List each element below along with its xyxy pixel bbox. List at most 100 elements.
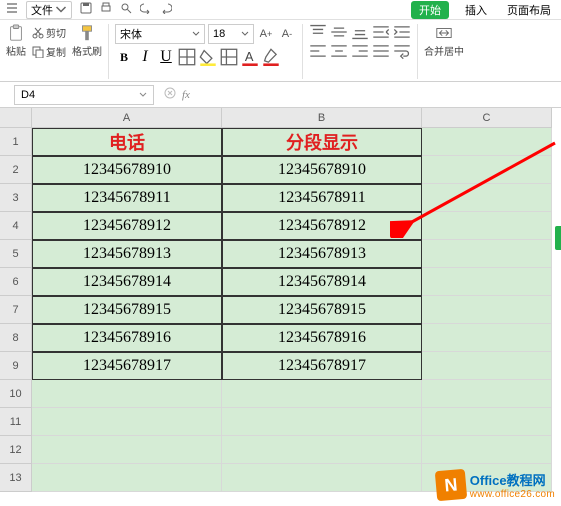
row-header[interactable]: 8: [0, 324, 32, 352]
row-header[interactable]: 9: [0, 352, 32, 380]
cell[interactable]: 12345678912: [32, 212, 222, 240]
align-right-icon[interactable]: [351, 43, 369, 59]
cell[interactable]: [222, 436, 422, 464]
underline-button[interactable]: U: [157, 48, 175, 66]
fx-cancel-icon[interactable]: [164, 87, 176, 102]
fill-color-button[interactable]: [199, 48, 217, 66]
row-header[interactable]: 12: [0, 436, 32, 464]
cell[interactable]: [32, 380, 222, 408]
cell[interactable]: [422, 184, 552, 212]
col-header-c[interactable]: C: [422, 108, 552, 128]
cell[interactable]: 12345678917: [222, 352, 422, 380]
align-top-icon[interactable]: [309, 24, 327, 40]
cell[interactable]: [222, 464, 422, 492]
bold-button[interactable]: B: [115, 48, 133, 66]
cell[interactable]: 12345678915: [222, 296, 422, 324]
cell[interactable]: 12345678912: [222, 212, 422, 240]
cell[interactable]: [222, 408, 422, 436]
row-header[interactable]: 3: [0, 184, 32, 212]
cell[interactable]: 12345678913: [222, 240, 422, 268]
cell[interactable]: 12345678914: [32, 268, 222, 296]
cell[interactable]: [422, 352, 552, 380]
italic-button[interactable]: I: [136, 48, 154, 66]
cell[interactable]: 12345678914: [222, 268, 422, 296]
select-all-corner[interactable]: [0, 108, 32, 128]
print-icon[interactable]: [100, 2, 112, 17]
formula-bar-row: D4 fx: [0, 82, 561, 108]
col-header-b[interactable]: B: [222, 108, 422, 128]
cell[interactable]: 分段显示: [222, 128, 422, 156]
border-button[interactable]: [178, 48, 196, 66]
cell[interactable]: 电话: [32, 128, 222, 156]
increase-font-icon[interactable]: A+: [257, 25, 275, 43]
cell[interactable]: [422, 408, 552, 436]
cut-button[interactable]: 剪切: [30, 24, 68, 41]
tab-layout[interactable]: 页面布局: [503, 1, 555, 19]
format-painter-button[interactable]: 格式刷: [72, 24, 102, 58]
merge-center-button[interactable]: 合并居中: [424, 24, 464, 58]
font-color-button[interactable]: A: [241, 48, 259, 66]
font-name-select[interactable]: 宋体: [115, 24, 205, 44]
cell[interactable]: [422, 436, 552, 464]
redo-icon[interactable]: [160, 2, 172, 17]
align-bottom-icon[interactable]: [351, 24, 369, 40]
preview-icon[interactable]: [120, 2, 132, 17]
align-justify-icon[interactable]: [372, 43, 390, 59]
undo-icon[interactable]: [140, 2, 152, 17]
watermark: N Office教程网 www.office26.com: [436, 470, 555, 500]
cell[interactable]: 12345678913: [32, 240, 222, 268]
save-icon[interactable]: [80, 2, 92, 17]
cell[interactable]: [32, 436, 222, 464]
tab-insert[interactable]: 插入: [461, 1, 491, 19]
tab-start[interactable]: 开始: [411, 1, 449, 19]
cell[interactable]: 12345678910: [222, 156, 422, 184]
cell[interactable]: [422, 268, 552, 296]
paste-button[interactable]: 粘贴: [6, 24, 26, 58]
row-header[interactable]: 13: [0, 464, 32, 492]
spreadsheet[interactable]: A B C 1电话分段显示212345678910123456789103123…: [0, 108, 561, 492]
align-left-icon[interactable]: [309, 43, 327, 59]
decrease-font-icon[interactable]: A-: [278, 25, 296, 43]
row-header[interactable]: 6: [0, 268, 32, 296]
name-box[interactable]: D4: [14, 85, 154, 105]
cell[interactable]: [32, 408, 222, 436]
cell[interactable]: [422, 324, 552, 352]
row-header[interactable]: 1: [0, 128, 32, 156]
cell[interactable]: 12345678915: [32, 296, 222, 324]
cell-style-button[interactable]: [220, 48, 238, 66]
cell[interactable]: [422, 156, 552, 184]
cell[interactable]: 12345678911: [222, 184, 422, 212]
cell[interactable]: [422, 380, 552, 408]
indent-increase-icon[interactable]: [393, 24, 411, 40]
cell[interactable]: 12345678911: [32, 184, 222, 212]
align-center-icon[interactable]: [330, 43, 348, 59]
cell[interactable]: 12345678916: [32, 324, 222, 352]
row-header[interactable]: 5: [0, 240, 32, 268]
row-header[interactable]: 10: [0, 380, 32, 408]
fx-icon[interactable]: fx: [182, 89, 190, 101]
row-header[interactable]: 11: [0, 408, 32, 436]
wrap-text-icon[interactable]: [393, 43, 411, 59]
highlight-color-button[interactable]: [262, 48, 280, 66]
cell[interactable]: 12345678910: [32, 156, 222, 184]
watermark-logo: N: [435, 469, 468, 502]
row-header[interactable]: 7: [0, 296, 32, 324]
copy-button[interactable]: 复制: [30, 43, 68, 60]
cell[interactable]: 12345678916: [222, 324, 422, 352]
side-tab[interactable]: [555, 226, 561, 250]
cell[interactable]: [422, 128, 552, 156]
cell[interactable]: [422, 240, 552, 268]
menu-icon[interactable]: [6, 2, 18, 17]
cell[interactable]: [32, 464, 222, 492]
font-size-select[interactable]: 18: [208, 24, 254, 44]
file-menu[interactable]: 文件: [26, 1, 72, 19]
cell[interactable]: [222, 380, 422, 408]
indent-decrease-icon[interactable]: [372, 24, 390, 40]
col-header-a[interactable]: A: [32, 108, 222, 128]
cell[interactable]: [422, 212, 552, 240]
row-header[interactable]: 4: [0, 212, 32, 240]
row-header[interactable]: 2: [0, 156, 32, 184]
align-middle-icon[interactable]: [330, 24, 348, 40]
cell[interactable]: [422, 296, 552, 324]
cell[interactable]: 12345678917: [32, 352, 222, 380]
